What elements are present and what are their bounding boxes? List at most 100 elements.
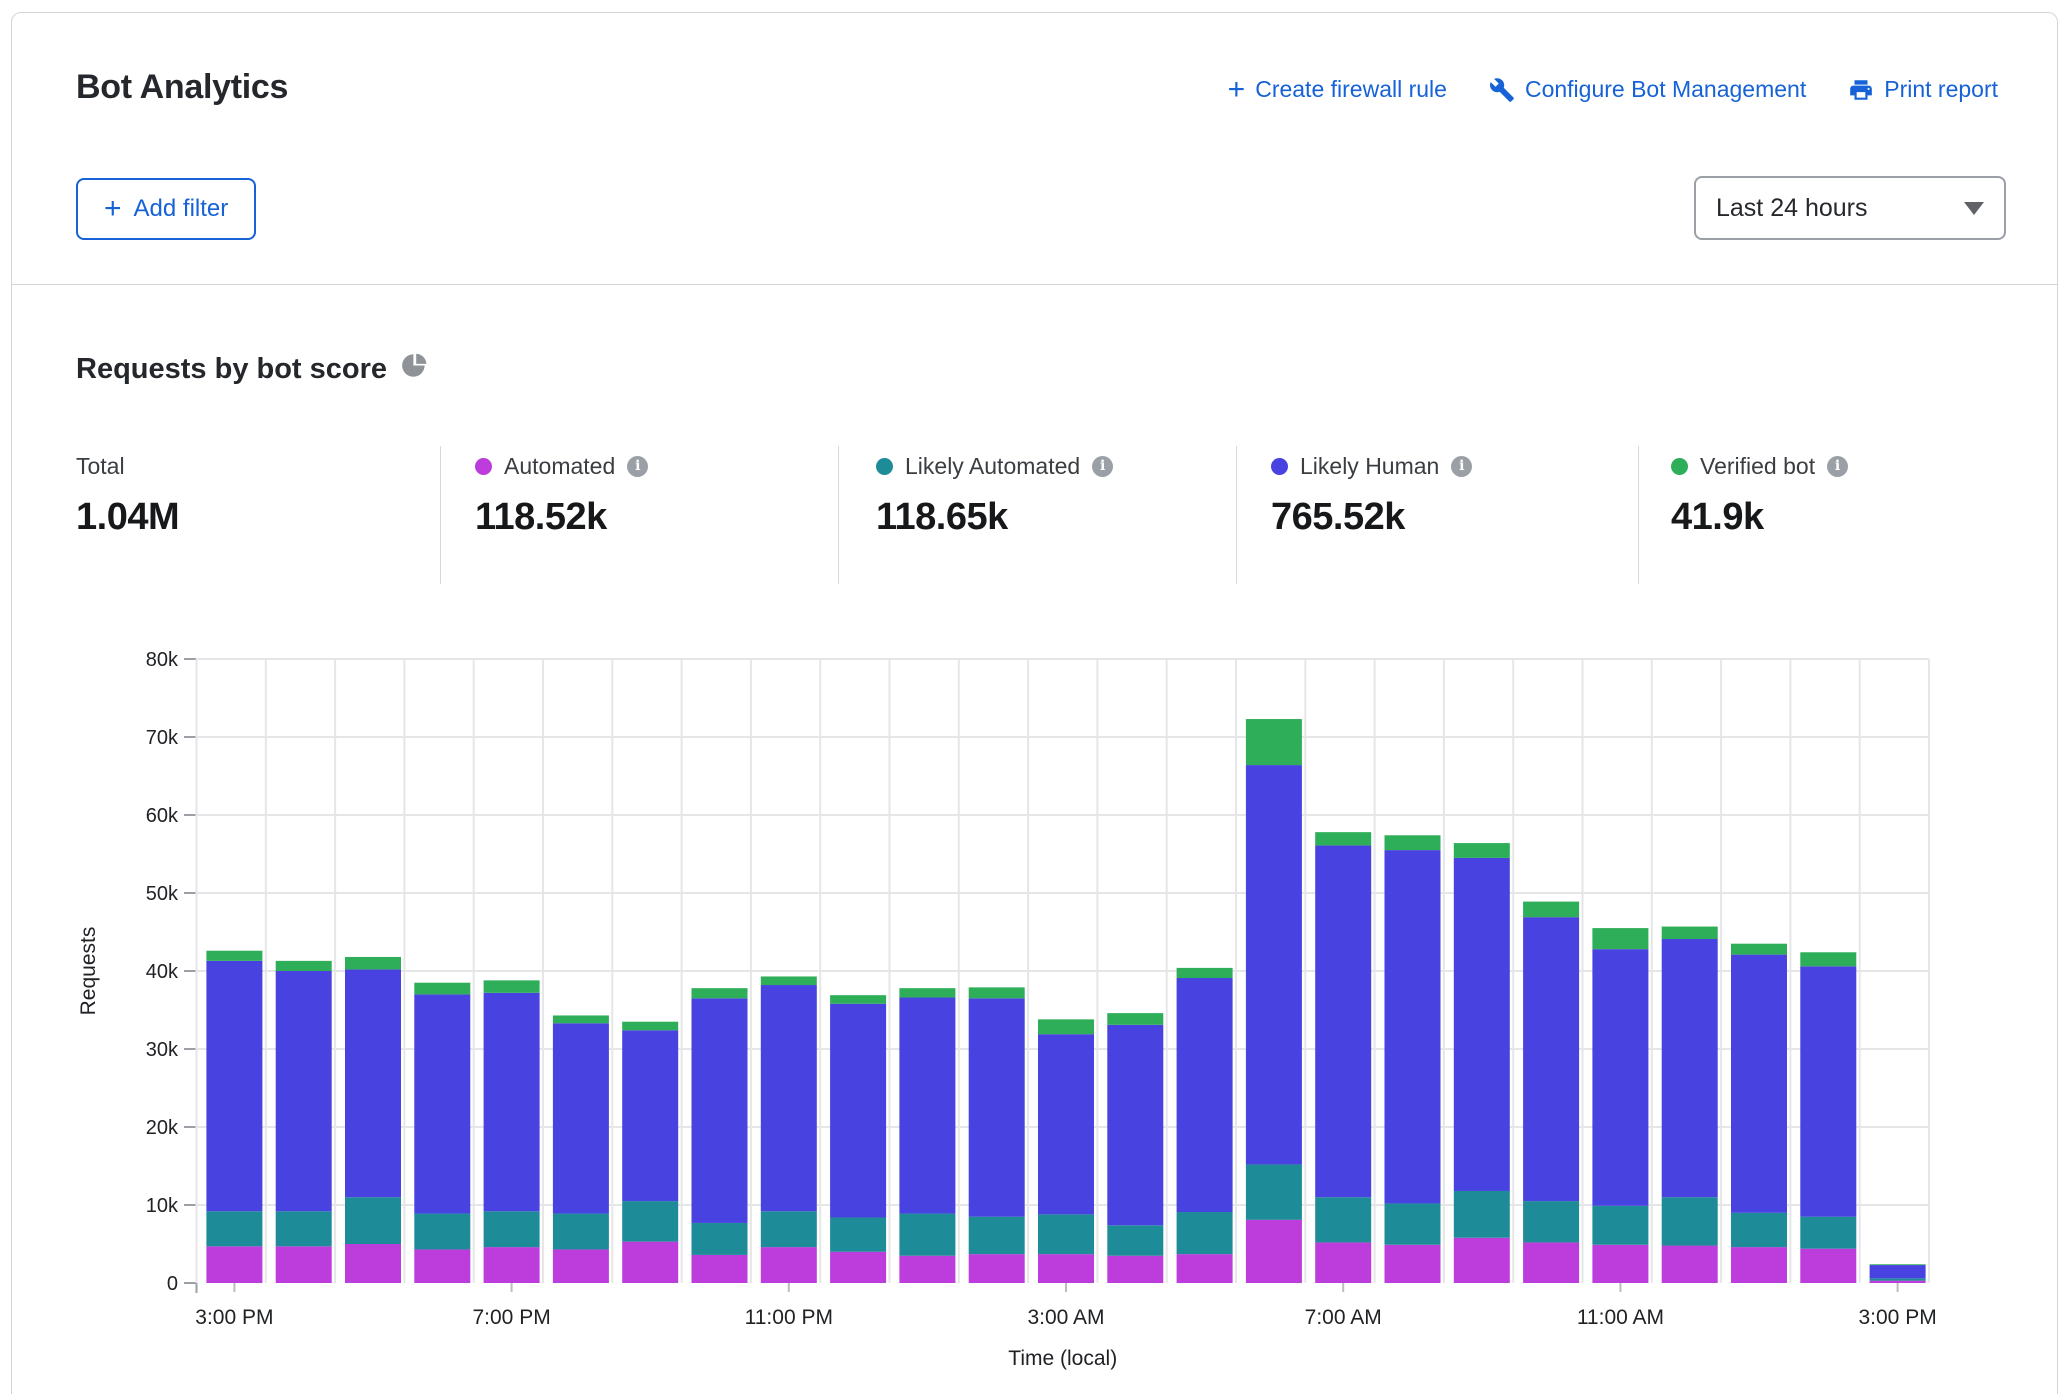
bar-segment-likely-human[interactable] <box>830 1004 886 1218</box>
bar-segment-likely-human[interactable] <box>1592 949 1648 1206</box>
bar-segment-likely-automated[interactable] <box>1523 1201 1579 1242</box>
bar-segment-likely-human[interactable] <box>1800 966 1856 1216</box>
bar-segment-verified-bot[interactable] <box>830 995 886 1004</box>
bar-1-00-pm[interactable] <box>1731 944 1787 1283</box>
bar-segment-verified-bot[interactable] <box>553 1015 609 1023</box>
bar-segment-automated[interactable] <box>1870 1281 1926 1283</box>
bar-segment-verified-bot[interactable] <box>1038 1019 1094 1034</box>
bar-8-00-am[interactable] <box>1385 835 1441 1283</box>
bar-segment-automated[interactable] <box>1385 1245 1441 1283</box>
bar-segment-verified-bot[interactable] <box>761 976 817 985</box>
bar-4-00-am[interactable] <box>1107 1013 1163 1283</box>
bar-3-00-am[interactable] <box>1038 1019 1094 1283</box>
bar-segment-verified-bot[interactable] <box>1454 843 1510 858</box>
bar-segment-automated[interactable] <box>1800 1249 1856 1283</box>
bar-segment-likely-human[interactable] <box>553 1023 609 1213</box>
bar-8-00-pm[interactable] <box>553 1015 609 1283</box>
bar-segment-likely-human[interactable] <box>1246 765 1302 1164</box>
bar-6-00-am[interactable] <box>1246 719 1302 1283</box>
bar-segment-verified-bot[interactable] <box>1523 902 1579 918</box>
bar-segment-automated[interactable] <box>1315 1242 1371 1283</box>
bar-segment-likely-automated[interactable] <box>414 1214 470 1250</box>
bar-9-00-am[interactable] <box>1454 843 1510 1283</box>
bar-segment-likely-automated[interactable] <box>345 1197 401 1244</box>
bar-segment-automated[interactable] <box>345 1244 401 1283</box>
bar-segment-likely-automated[interactable] <box>899 1214 955 1256</box>
bar-segment-automated[interactable] <box>1246 1220 1302 1283</box>
bar-segment-automated[interactable] <box>1107 1256 1163 1283</box>
info-icon[interactable]: i <box>1451 456 1472 477</box>
bar-10-00-pm[interactable] <box>692 988 748 1283</box>
bar-segment-automated[interactable] <box>969 1254 1025 1283</box>
bar-segment-automated[interactable] <box>692 1255 748 1283</box>
bar-segment-verified-bot[interactable] <box>1315 832 1371 845</box>
bar-segment-verified-bot[interactable] <box>622 1022 678 1031</box>
bar-segment-likely-human[interactable] <box>1315 845 1371 1197</box>
bar-segment-likely-human[interactable] <box>761 985 817 1211</box>
bar-11-00-pm[interactable] <box>761 976 817 1283</box>
bar-segment-likely-automated[interactable] <box>1800 1217 1856 1249</box>
bar-3-00-pm[interactable] <box>206 951 262 1283</box>
bar-segment-likely-human[interactable] <box>1107 1025 1163 1225</box>
bar-segment-likely-human[interactable] <box>1731 955 1787 1213</box>
bar-segment-automated[interactable] <box>1662 1246 1718 1283</box>
bar-segment-likely-automated[interactable] <box>1731 1213 1787 1247</box>
bar-segment-likely-human[interactable] <box>969 998 1025 1216</box>
bar-5-00-am[interactable] <box>1177 968 1233 1283</box>
bar-12-00-am[interactable] <box>830 995 886 1283</box>
bar-segment-likely-human[interactable] <box>899 998 955 1214</box>
bar-segment-likely-automated[interactable] <box>622 1201 678 1242</box>
bar-segment-automated[interactable] <box>276 1246 332 1283</box>
bar-segment-likely-automated[interactable] <box>1385 1203 1441 1244</box>
bar-segment-likely-human[interactable] <box>276 971 332 1211</box>
bar-segment-likely-automated[interactable] <box>276 1211 332 1246</box>
bar-segment-verified-bot[interactable] <box>899 988 955 997</box>
bar-segment-verified-bot[interactable] <box>206 951 262 961</box>
bar-segment-likely-automated[interactable] <box>1107 1225 1163 1255</box>
bar-9-00-pm[interactable] <box>622 1022 678 1283</box>
bar-segment-likely-automated[interactable] <box>1246 1164 1302 1219</box>
bar-segment-likely-automated[interactable] <box>484 1211 540 1247</box>
configure-bot-management-link[interactable]: Configure Bot Management <box>1489 76 1806 103</box>
bar-segment-automated[interactable] <box>414 1249 470 1283</box>
bar-segment-likely-automated[interactable] <box>553 1214 609 1250</box>
bar-segment-automated[interactable] <box>899 1256 955 1283</box>
bar-segment-automated[interactable] <box>1177 1254 1233 1283</box>
bar-segment-verified-bot[interactable] <box>276 961 332 971</box>
bar-segment-verified-bot[interactable] <box>414 983 470 995</box>
bar-segment-verified-bot[interactable] <box>1800 952 1856 966</box>
bar-segment-likely-human[interactable] <box>1523 917 1579 1201</box>
bar-11-00-am[interactable] <box>1592 928 1648 1283</box>
add-filter-button[interactable]: + Add filter <box>76 178 256 240</box>
bar-segment-likely-automated[interactable] <box>206 1211 262 1246</box>
bar-segment-verified-bot[interactable] <box>692 988 748 998</box>
bar-segment-verified-bot[interactable] <box>1177 968 1233 978</box>
bar-segment-automated[interactable] <box>830 1252 886 1283</box>
bar-segment-likely-human[interactable] <box>1177 978 1233 1212</box>
bar-2-00-am[interactable] <box>969 987 1025 1283</box>
create-firewall-rule-link[interactable]: + Create firewall rule <box>1228 76 1447 103</box>
bar-segment-likely-automated[interactable] <box>1454 1191 1510 1238</box>
bar-segment-likely-human[interactable] <box>692 998 748 1223</box>
bar-segment-automated[interactable] <box>1592 1245 1648 1283</box>
bar-segment-likely-human[interactable] <box>1038 1034 1094 1214</box>
bar-segment-verified-bot[interactable] <box>969 987 1025 998</box>
bar-5-00-pm[interactable] <box>345 957 401 1283</box>
bar-segment-verified-bot[interactable] <box>1731 944 1787 955</box>
bar-segment-verified-bot[interactable] <box>1107 1013 1163 1025</box>
bar-segment-automated[interactable] <box>1523 1242 1579 1283</box>
bar-segment-likely-automated[interactable] <box>1038 1214 1094 1254</box>
bar-segment-verified-bot[interactable] <box>1662 927 1718 939</box>
bar-segment-automated[interactable] <box>1731 1247 1787 1283</box>
bar-segment-likely-automated[interactable] <box>692 1223 748 1255</box>
bar-segment-likely-human[interactable] <box>1662 939 1718 1197</box>
bar-segment-verified-bot[interactable] <box>345 957 401 969</box>
bar-1-00-am[interactable] <box>899 988 955 1283</box>
bar-segment-automated[interactable] <box>553 1249 609 1283</box>
bar-segment-verified-bot[interactable] <box>1385 835 1441 850</box>
bar-segment-automated[interactable] <box>622 1242 678 1283</box>
bar-segment-likely-human[interactable] <box>622 1030 678 1201</box>
bar-segment-automated[interactable] <box>484 1247 540 1283</box>
bar-segment-likely-human[interactable] <box>1385 850 1441 1203</box>
bar-segment-verified-bot[interactable] <box>1870 1264 1926 1265</box>
